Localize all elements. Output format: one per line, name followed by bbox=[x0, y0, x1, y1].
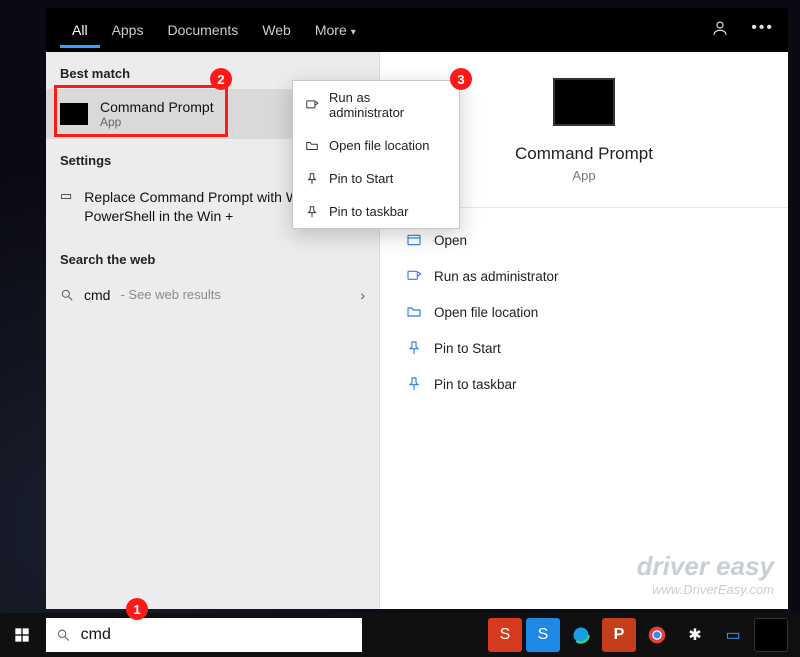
more-options-icon[interactable]: ••• bbox=[751, 19, 774, 42]
taskbar-search[interactable] bbox=[46, 618, 362, 652]
callout-badge-2: 2 bbox=[210, 68, 232, 90]
command-prompt-icon bbox=[60, 103, 88, 125]
web-query-text: cmd bbox=[84, 287, 110, 303]
tray-app-generic-blue[interactable]: S bbox=[526, 618, 560, 652]
best-match-title: Command Prompt bbox=[100, 99, 214, 115]
action-open-location[interactable]: Open file location bbox=[402, 294, 766, 330]
pin-taskbar-icon bbox=[406, 376, 422, 392]
tab-documents[interactable]: Documents bbox=[155, 12, 250, 48]
callout-badge-3: 3 bbox=[450, 68, 472, 90]
ctx-open-location[interactable]: Open file location bbox=[293, 129, 459, 162]
tray-app-snagit[interactable]: S bbox=[488, 618, 522, 652]
command-prompt-icon-large bbox=[553, 78, 615, 126]
tray-app-chrome[interactable] bbox=[640, 618, 674, 652]
context-menu: Run as administrator Open file location … bbox=[292, 80, 460, 229]
windows-logo-icon bbox=[14, 627, 30, 643]
taskbar-tray: S S P ✱ ▭ bbox=[488, 618, 800, 652]
tab-apps[interactable]: Apps bbox=[100, 12, 156, 48]
pin-start-icon bbox=[406, 340, 422, 356]
best-match-subtitle: App bbox=[100, 115, 214, 129]
tab-more[interactable]: More▾ bbox=[303, 12, 368, 48]
search-scope-tabs: All Apps Documents Web More▾ ••• bbox=[46, 8, 788, 52]
start-button[interactable] bbox=[0, 613, 44, 657]
tray-app-slack[interactable]: ✱ bbox=[678, 618, 712, 652]
open-icon bbox=[406, 232, 422, 248]
pin-taskbar-icon bbox=[305, 205, 319, 219]
action-pin-taskbar[interactable]: Pin to taskbar bbox=[402, 366, 766, 402]
shield-icon bbox=[305, 98, 319, 112]
preview-subtitle: App bbox=[572, 168, 595, 183]
account-icon[interactable] bbox=[711, 19, 729, 42]
shield-icon bbox=[406, 268, 422, 284]
tray-app-powerpoint[interactable]: P bbox=[602, 618, 636, 652]
ctx-run-admin[interactable]: Run as administrator bbox=[293, 81, 459, 129]
pin-start-icon bbox=[305, 172, 319, 186]
tab-all[interactable]: All bbox=[60, 12, 100, 48]
tray-app-monitor[interactable]: ▭ bbox=[716, 618, 750, 652]
taskbar: S S P ✱ ▭ bbox=[0, 613, 800, 657]
settings-result-icon: ▭ bbox=[60, 188, 72, 204]
taskbar-search-input[interactable] bbox=[81, 626, 352, 644]
folder-icon bbox=[406, 304, 422, 320]
tray-app-cmd[interactable] bbox=[754, 618, 788, 652]
ctx-pin-taskbar[interactable]: Pin to taskbar bbox=[293, 195, 459, 228]
chevron-right-icon: › bbox=[360, 287, 365, 303]
web-result[interactable]: cmd - See web results › bbox=[46, 275, 379, 315]
tab-web[interactable]: Web bbox=[250, 12, 303, 48]
search-web-label: Search the web bbox=[46, 238, 379, 275]
folder-icon bbox=[305, 139, 319, 153]
callout-badge-1: 1 bbox=[126, 598, 148, 620]
preview-title: Command Prompt bbox=[515, 144, 653, 164]
action-pin-start[interactable]: Pin to Start bbox=[402, 330, 766, 366]
search-icon bbox=[60, 288, 74, 302]
ctx-pin-start[interactable]: Pin to Start bbox=[293, 162, 459, 195]
action-run-admin[interactable]: Run as administrator bbox=[402, 258, 766, 294]
web-hint-text: - See web results bbox=[120, 287, 220, 302]
search-icon bbox=[56, 627, 71, 643]
tray-app-edge[interactable] bbox=[564, 618, 598, 652]
